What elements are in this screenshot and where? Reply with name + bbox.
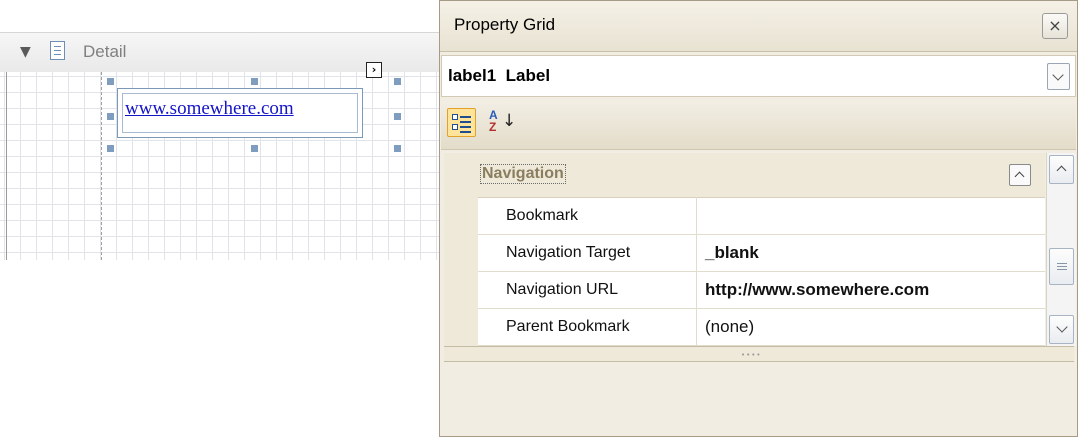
chevron-up-icon <box>1056 165 1067 176</box>
chevron-up-icon <box>1014 171 1025 182</box>
report-designer-surface[interactable]: ▼ Detail › www.somewhere.com <box>0 0 440 437</box>
resize-handle[interactable] <box>394 113 401 120</box>
property-value[interactable]: http://www.somewhere.com <box>697 271 1045 308</box>
collapse-category-button[interactable] <box>1009 164 1031 186</box>
resize-handle[interactable] <box>394 78 401 85</box>
category-gutter <box>444 197 478 346</box>
scrollbar-thumb[interactable] <box>1049 248 1074 285</box>
property-name: Parent Bookmark <box>478 308 697 345</box>
smart-tag-button[interactable]: › <box>366 62 382 78</box>
description-splitter[interactable]: •••• <box>444 346 1074 362</box>
property-row[interactable]: Parent Bookmark (none) <box>478 308 1045 346</box>
resize-handle[interactable] <box>251 145 258 152</box>
description-pane <box>444 365 1074 433</box>
grip-line <box>1057 266 1067 267</box>
property-row[interactable]: Bookmark <box>478 197 1045 235</box>
resize-handle[interactable] <box>107 78 114 85</box>
property-row[interactable]: Navigation Target _blank <box>478 234 1045 272</box>
band-border <box>6 72 7 260</box>
band-title: Detail <box>83 42 127 61</box>
category-row-navigation[interactable]: Navigation <box>444 153 1045 198</box>
margin-guide <box>101 72 102 260</box>
vertical-scrollbar[interactable] <box>1046 153 1076 346</box>
resize-handle[interactable] <box>107 113 114 120</box>
scroll-up-button[interactable] <box>1049 155 1074 184</box>
property-name: Navigation URL <box>478 271 697 308</box>
resize-handle[interactable] <box>394 145 401 152</box>
property-name: Bookmark <box>478 197 697 234</box>
grip-line <box>1057 263 1067 264</box>
label-control[interactable]: www.somewhere.com <box>117 88 363 138</box>
resize-handle[interactable] <box>107 145 114 152</box>
splitter-grip: •••• <box>741 351 762 359</box>
scroll-down-button[interactable] <box>1049 315 1074 344</box>
chevron-down-icon <box>1056 321 1068 333</box>
property-name: Navigation Target <box>478 234 697 271</box>
collapse-band-icon[interactable]: ▼ <box>20 44 31 60</box>
property-value[interactable] <box>697 197 1045 234</box>
property-value[interactable]: _blank <box>697 234 1045 271</box>
category-label: Navigation <box>480 164 566 184</box>
label-hyperlink-text: www.somewhere.com <box>125 98 294 119</box>
band-icon <box>50 41 65 60</box>
resize-handle[interactable] <box>251 78 258 85</box>
property-list: Navigation Bookmark Navigation Target _b… <box>444 153 1045 346</box>
property-row[interactable]: Navigation URL http://www.somewhere.com <box>478 271 1045 309</box>
property-value[interactable]: (none) <box>697 308 1045 345</box>
grip-line <box>1057 269 1067 270</box>
